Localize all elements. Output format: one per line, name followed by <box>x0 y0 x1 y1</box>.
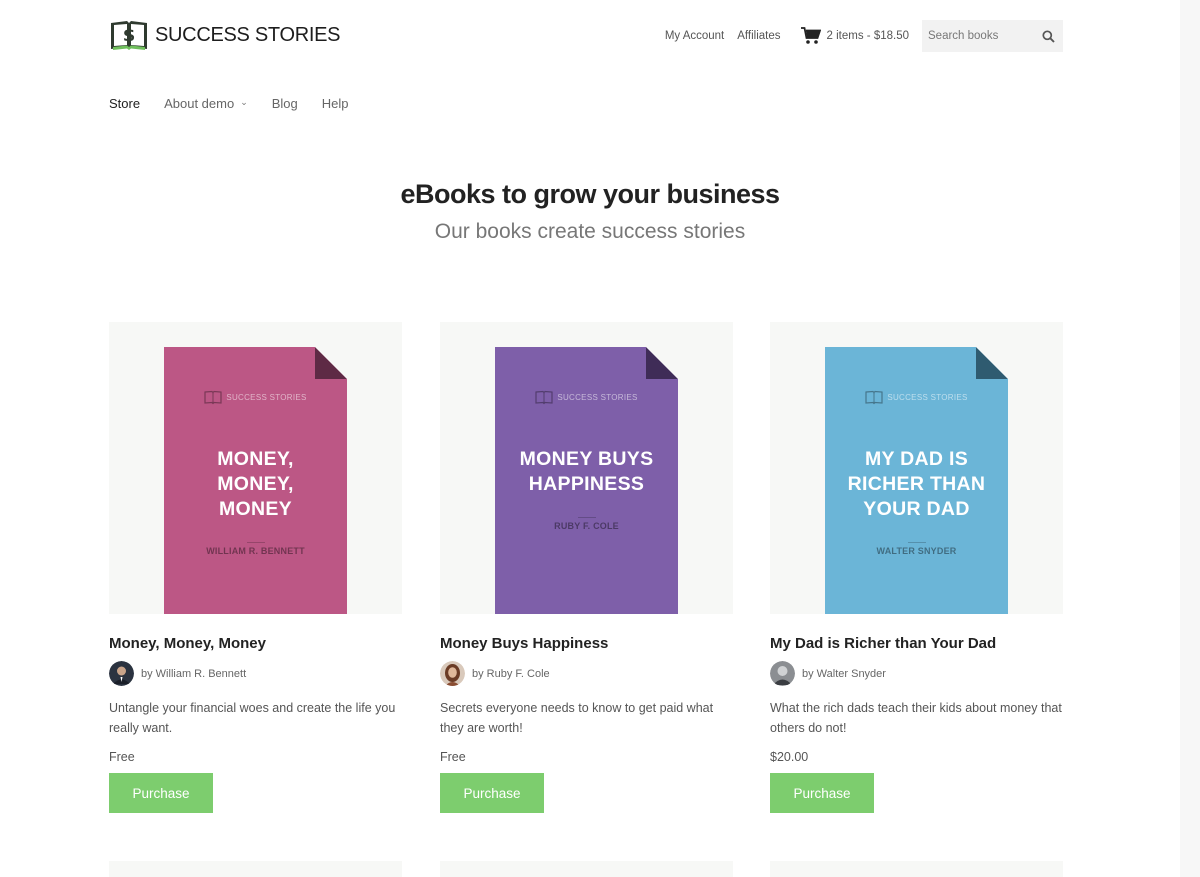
affiliates-link[interactable]: Affiliates <box>737 30 780 42</box>
cover-brand: SUCCESS STORIES <box>164 390 347 405</box>
cover-title: MONEY, MONEY, MONEY <box>217 448 294 520</box>
nav-item-blog[interactable]: Blog <box>272 96 298 111</box>
product-cover-frame[interactable] <box>440 861 733 877</box>
my-account-link[interactable]: My Account <box>665 30 724 42</box>
product-price: Free <box>440 750 466 764</box>
page-fold <box>646 347 678 379</box>
product-description: Secrets everyone needs to know to get pa… <box>440 701 714 735</box>
author-avatar <box>109 661 134 686</box>
search-input[interactable] <box>928 30 1038 42</box>
product-title[interactable]: Money Buys Happiness <box>440 635 733 652</box>
nav-item-help[interactable]: Help <box>322 96 349 111</box>
page-title: eBooks to grow your business <box>400 179 780 209</box>
cover-author: RUBY F. COLE <box>554 521 619 531</box>
cover-divider <box>246 542 265 543</box>
dollar-book-icon: $ <box>111 21 147 50</box>
brand-name: SUCCESS STORIES <box>155 23 341 46</box>
author-avatar <box>770 661 795 686</box>
cover-author: WILLIAM R. BENNETT <box>206 546 305 556</box>
author-avatar <box>440 661 465 686</box>
purchase-button[interactable]: Purchase <box>440 773 544 813</box>
cart-button[interactable]: 2 items - $18.50 <box>800 27 909 45</box>
product-price: Free <box>109 750 135 764</box>
product-description: What the rich dads teach their kids abou… <box>770 701 1062 735</box>
product-price: $20.00 <box>770 750 809 764</box>
site-logo[interactable]: $ SUCCESS STORIES <box>109 17 340 53</box>
cover-divider <box>577 517 596 518</box>
book-cover: SUCCESS STORIES MONEY, MONEY, MONEY WILL… <box>164 347 347 614</box>
book-icon <box>535 390 553 405</box>
product-byline: by Walter Snyder <box>770 661 1063 686</box>
cart-summary: 2 items - $18.50 <box>826 30 909 42</box>
search-box <box>922 20 1063 52</box>
product-title[interactable]: My Dad is Richer than Your Dad <box>770 635 1063 652</box>
product-description: Untangle your financial woes and create … <box>109 701 396 735</box>
product-card: SUCCESS STORIES MY DAD IS RICHER THAN YO… <box>770 322 1063 813</box>
search-icon[interactable] <box>1042 29 1055 43</box>
nav-item-label: About demo <box>164 96 235 111</box>
page-fold <box>315 347 347 379</box>
nav-item-store[interactable]: Store <box>109 96 140 111</box>
cover-title: MONEY BUYS HAPPINESS <box>519 448 654 495</box>
nav-item-about-demo[interactable]: About demo ⌄ <box>164 96 248 111</box>
page-fold <box>976 347 1008 379</box>
product-title[interactable]: Money, Money, Money <box>109 635 402 652</box>
main-nav: Store About demo ⌄ Blog Help <box>109 96 373 111</box>
product-cover-frame[interactable]: SUCCESS STORIES MY DAD IS RICHER THAN YO… <box>770 322 1063 614</box>
cover-author: WALTER SNYDER <box>876 546 957 556</box>
product-card: SUCCESS STORIES MONEY BUYS HAPPINESS RUB… <box>440 322 733 813</box>
cover-divider <box>907 542 926 543</box>
purchase-button[interactable]: Purchase <box>109 773 213 813</box>
product-cover-frame[interactable]: SUCCESS STORIES MONEY, MONEY, MONEY WILL… <box>109 322 402 614</box>
product-card: SUCCESS STORIES MONEY, MONEY, MONEY WILL… <box>109 322 402 813</box>
book-icon <box>865 390 883 405</box>
book-cover: SUCCESS STORIES MONEY BUYS HAPPINESS RUB… <box>495 347 678 614</box>
page-edge <box>1180 0 1200 877</box>
product-cover-frame[interactable]: SUCCESS STORIES MONEY BUYS HAPPINESS RUB… <box>440 322 733 614</box>
page-subtitle: Our books create success stories <box>434 220 746 243</box>
book-icon <box>204 390 222 405</box>
product-cover-frame[interactable] <box>109 861 402 877</box>
purchase-button[interactable]: Purchase <box>770 773 874 813</box>
product-byline: by William R. Bennett <box>109 661 402 686</box>
product-byline: by Ruby F. Cole <box>440 661 733 686</box>
cover-brand: SUCCESS STORIES <box>825 390 1008 405</box>
cart-icon <box>800 27 821 44</box>
svg-text:$: $ <box>123 25 136 46</box>
chevron-down-icon: ⌄ <box>240 97 248 107</box>
top-nav: My Account Affiliates 2 items - $18.50 <box>665 20 1063 52</box>
product-cover-frame[interactable] <box>770 861 1063 877</box>
cover-title: MY DAD IS RICHER THAN YOUR DAD <box>847 448 986 520</box>
book-cover: SUCCESS STORIES MY DAD IS RICHER THAN YO… <box>825 347 1008 614</box>
cover-brand: SUCCESS STORIES <box>495 390 678 405</box>
